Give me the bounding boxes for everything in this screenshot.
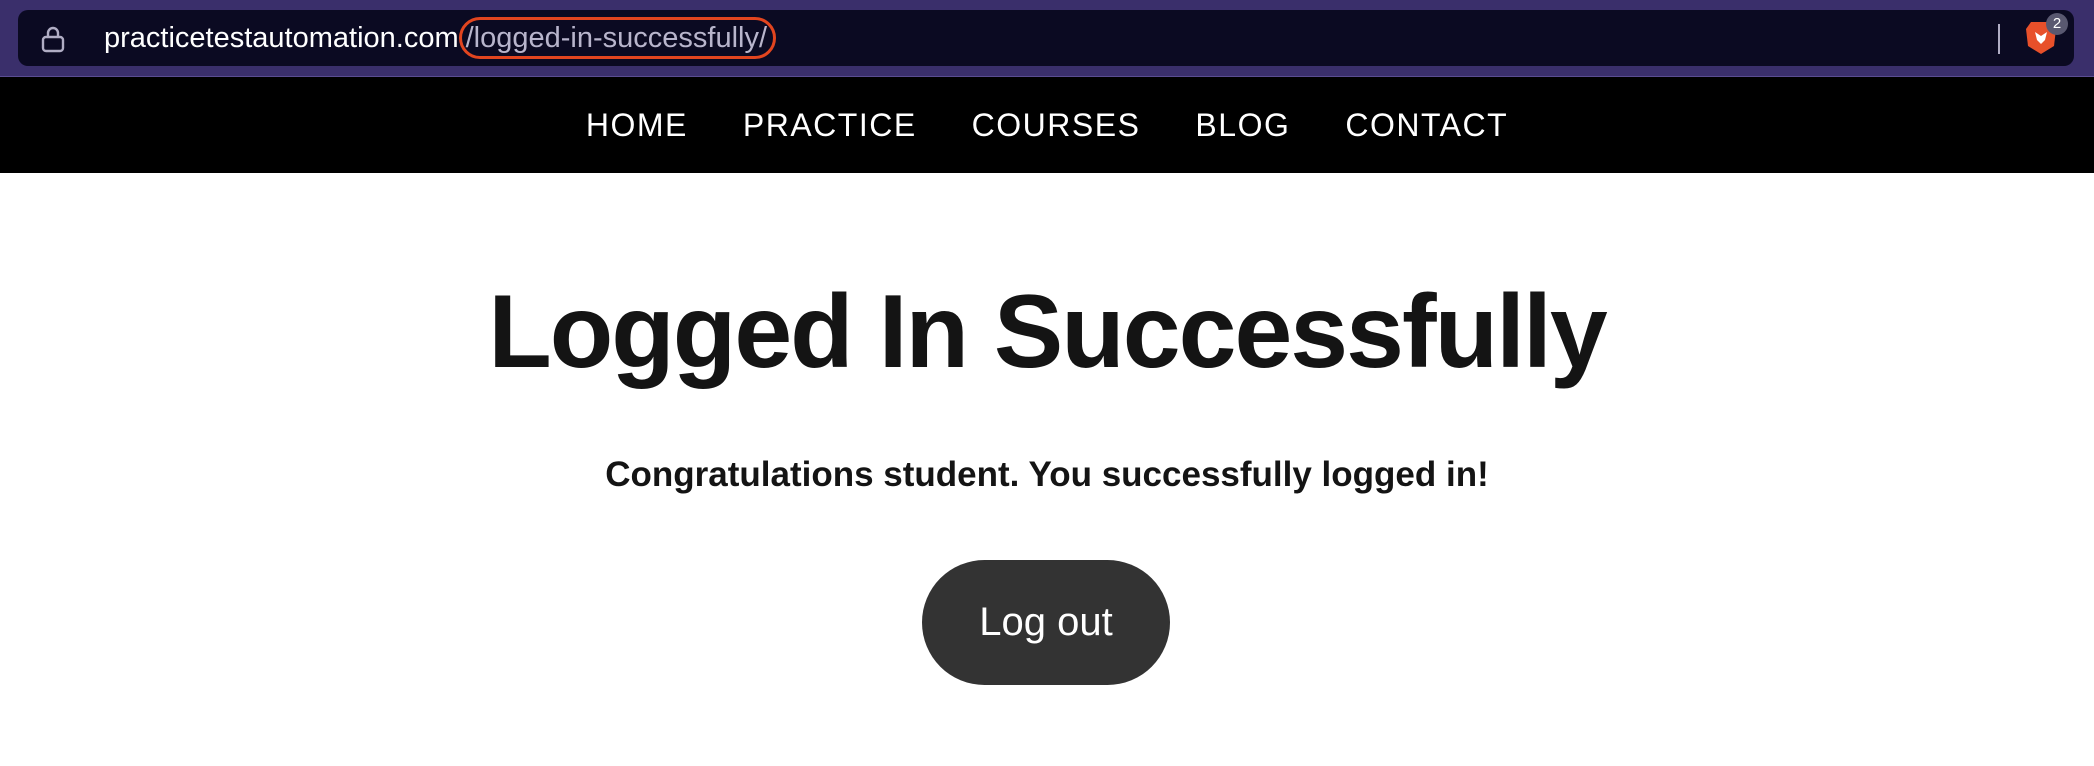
lock-icon [41,26,65,53]
nav-item-home[interactable]: HOME [586,107,688,144]
url-domain: practicetestautomation.com [104,22,459,54]
url-path-highlighted: /logged-in-successfully/ [458,17,777,59]
logout-button[interactable]: Log out [922,560,1170,685]
browser-toolbar: practicetestautomation.com/logged-in-suc… [0,0,2094,77]
address-bar[interactable]: practicetestautomation.com/logged-in-suc… [18,10,2074,66]
toolbar-divider [1998,24,2000,54]
nav-item-blog[interactable]: BLOG [1195,107,1290,144]
page-title: Logged In Successfully [488,274,1608,390]
nav-item-courses[interactable]: COURSES [972,107,1141,144]
shields-count-badge: 2 [2046,13,2068,35]
nav-item-contact[interactable]: CONTACT [1345,107,1508,144]
success-message: Congratulations student. You successfull… [605,455,1489,494]
url-text[interactable]: practicetestautomation.com/logged-in-suc… [104,17,777,59]
nav-item-practice[interactable]: PRACTICE [743,107,917,144]
main-navigation: HOME PRACTICE COURSES BLOG CONTACT [0,77,2094,173]
